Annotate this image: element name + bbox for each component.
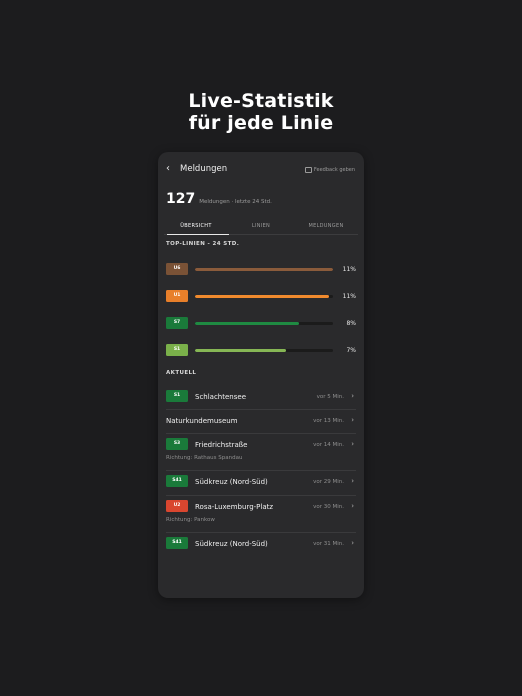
report-item[interactable]: Naturkundemuseum vor 13 Min. › <box>166 409 356 434</box>
tab-lines-label: LINIEN <box>251 223 271 229</box>
station-name: Schlachtensee <box>195 393 246 401</box>
chevron-left-icon[interactable]: ‹ <box>166 163 170 174</box>
report-item[interactable]: S41 Südkreuz (Nord-Süd) vor 29 Min. › <box>166 470 356 496</box>
share-percent: 7% <box>346 347 356 354</box>
line-badge: S7 <box>166 317 188 329</box>
report-time: vor 14 Min. <box>313 442 344 448</box>
direction-text: Richtung: Pankow <box>166 517 215 523</box>
share-bar-fill <box>195 348 287 352</box>
line-badge: S3 <box>166 438 188 450</box>
tab-overview-label: ÜBERSICHT <box>180 223 212 229</box>
tab-overview[interactable]: ÜBERSICHT <box>164 223 228 229</box>
share-percent: 8% <box>346 320 356 327</box>
current-heading: AKTUELL <box>166 370 197 376</box>
chevron-right-icon: › <box>351 392 354 400</box>
share-bar-track <box>195 348 333 352</box>
report-item[interactable]: S1 Schlachtensee vor 5 Min. › <box>166 385 356 410</box>
line-badge: U6 <box>166 263 188 275</box>
report-time: vor 31 Min. <box>313 541 344 547</box>
share-percent: 11% <box>342 266 356 273</box>
station-name: Rosa-Luxemburg-Platz <box>195 503 274 511</box>
station-name: Südkreuz (Nord-Süd) <box>195 540 268 548</box>
share-bar-fill <box>195 321 299 325</box>
top-line-row[interactable]: U1 11% <box>166 290 356 302</box>
report-count-subtitle: Meldungen · letzte 24 Std. <box>199 199 272 205</box>
report-item[interactable]: S41 Südkreuz (Nord-Süd) vor 31 Min. › <box>166 532 356 557</box>
promo-headline: Live-Statistik für jede Linie <box>0 90 522 134</box>
chevron-right-icon: › <box>351 416 354 424</box>
share-bar-track <box>195 294 333 298</box>
chevron-right-icon: › <box>351 539 354 547</box>
report-time: vor 13 Min. <box>313 418 344 424</box>
headline-line-2: für jede Linie <box>188 112 334 134</box>
report-time: vor 5 Min. <box>316 394 344 400</box>
share-bar-track <box>195 267 333 271</box>
report-time: vor 30 Min. <box>313 504 344 510</box>
station-name: Friedrichstraße <box>195 441 248 449</box>
report-count: 127 <box>166 191 196 207</box>
top-lines-heading: TOP-LINIEN - 24 STD. <box>166 241 240 247</box>
tab-bar: ÜBERSICHT LINIEN MELDUNGEN <box>164 218 358 235</box>
feedback-button[interactable]: Feedback geben <box>304 167 355 173</box>
headline-line-1: Live-Statistik <box>188 90 334 112</box>
line-badge: S41 <box>166 537 188 549</box>
line-badge: S1 <box>166 390 188 402</box>
share-bar-track <box>195 321 333 325</box>
top-line-row[interactable]: U6 11% <box>166 263 356 275</box>
chevron-right-icon: › <box>351 440 354 448</box>
station-name: Südkreuz (Nord-Süd) <box>195 478 268 486</box>
chevron-right-icon: › <box>351 477 354 485</box>
share-bar-fill <box>195 294 329 298</box>
feedback-label: Feedback geben <box>313 167 355 173</box>
line-badge: U1 <box>166 290 188 302</box>
share-percent: 11% <box>342 293 356 300</box>
report-time: vor 29 Min. <box>313 479 344 485</box>
report-item[interactable]: U2 Rosa-Luxemburg-Platz Richtung: Pankow vo… <box>166 495 356 533</box>
line-badge: S1 <box>166 344 188 356</box>
top-bar: ‹ Meldungen Feedback geben <box>158 152 364 188</box>
comment-icon <box>304 167 312 173</box>
tab-reports[interactable]: MELDUNGEN <box>294 223 358 229</box>
share-bar-fill <box>195 267 333 271</box>
screen-title: Meldungen <box>180 164 228 174</box>
top-line-row[interactable]: S7 8% <box>166 317 356 329</box>
station-name: Naturkundemuseum <box>166 417 238 425</box>
direction-text: Richtung: Rathaus Spandau <box>166 455 243 461</box>
phone-screen: ‹ Meldungen Feedback geben 127 Meldungen… <box>158 152 364 598</box>
chevron-right-icon: › <box>351 502 354 510</box>
report-item[interactable]: S3 Friedrichstraße Richtung: Rathaus Spand… <box>166 433 356 471</box>
top-line-row[interactable]: S1 7% <box>166 344 356 356</box>
report-summary: 127 Meldungen · letzte 24 Std. <box>166 191 272 207</box>
tab-reports-label: MELDUNGEN <box>308 223 344 229</box>
tab-lines[interactable]: LINIEN <box>229 223 293 229</box>
active-tab-indicator <box>167 233 229 235</box>
line-badge: S41 <box>166 475 188 487</box>
line-badge: U2 <box>166 500 188 512</box>
